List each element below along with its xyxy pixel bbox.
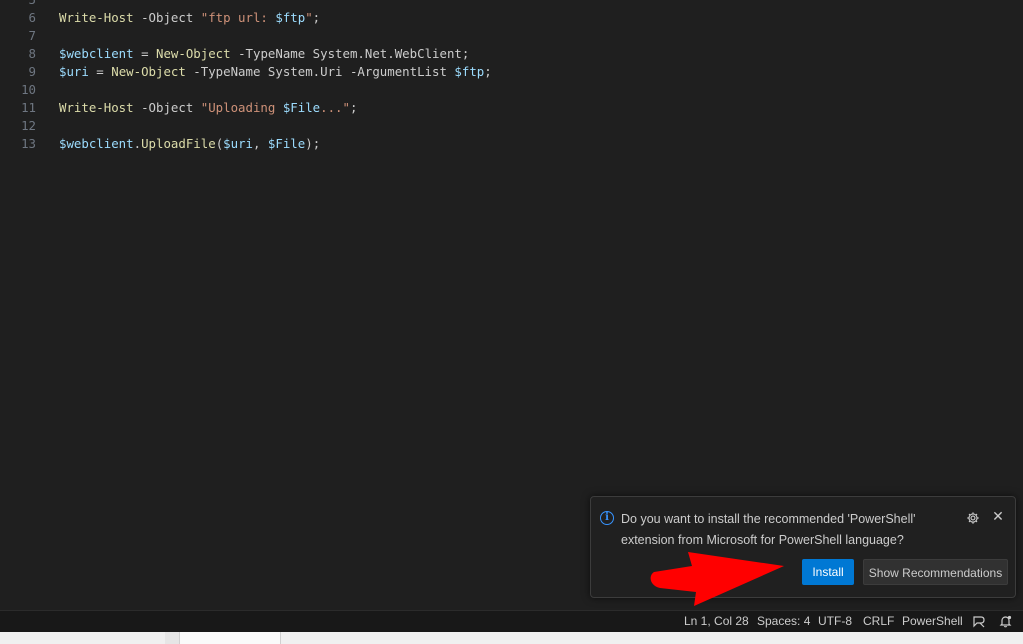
close-icon[interactable]: ✕ <box>991 508 1005 526</box>
notification-message: Do you want to install the recommended '… <box>621 512 916 547</box>
code-text: Write-Host -Object "ftp url: $ftp"; <box>59 9 320 27</box>
encoding-setting[interactable]: UTF-8 <box>818 611 852 632</box>
code-token: -Object <box>133 10 201 25</box>
line-number: 6 <box>28 10 36 25</box>
line-number: 12 <box>21 118 36 133</box>
code-text: $uri = New-Object -TypeName System.Uri -… <box>59 63 492 81</box>
taskbar-segment <box>179 632 281 644</box>
line-number: 7 <box>28 28 36 43</box>
code-token: ; <box>349 100 358 115</box>
line-number: 11 <box>21 100 36 115</box>
code-token: $uri <box>223 136 253 151</box>
code-token: ); <box>305 136 321 151</box>
code-token: $ftp <box>454 64 485 79</box>
line-number: 8 <box>28 46 36 61</box>
indentation-setting[interactable]: Spaces: 4 <box>757 611 810 632</box>
code-token: $webclient <box>59 136 134 151</box>
bell-icon[interactable] <box>999 615 1012 628</box>
taskbar-strip <box>0 632 1023 644</box>
line-number: 10 <box>21 82 36 97</box>
info-icon: i <box>600 511 614 525</box>
code-token: $ftp <box>275 10 306 25</box>
cursor-position[interactable]: Ln 1, Col 28 <box>684 611 749 632</box>
code-text: Write-Host -Object "Uploading $File..."; <box>59 99 357 117</box>
code-token: " <box>305 10 313 25</box>
code-token: UploadFile <box>141 136 216 151</box>
language-mode[interactable]: PowerShell <box>902 611 963 632</box>
code-token: ; <box>312 10 321 25</box>
show-recommendations-button[interactable]: Show Recommendations <box>863 559 1008 585</box>
code-token: = <box>133 46 156 61</box>
gear-icon[interactable] <box>966 511 980 525</box>
code-token: -TypeName System.Net.WebClient; <box>230 46 470 61</box>
line-number: 5 <box>0 0 36 9</box>
code-token: $File <box>282 100 321 115</box>
code-token: New-Object <box>111 64 186 79</box>
end-of-line-setting[interactable]: CRLF <box>863 611 894 632</box>
feedback-icon[interactable] <box>972 615 986 628</box>
code-token: "Uploading <box>200 100 283 115</box>
line-number: 13 <box>21 136 36 151</box>
code-text: $webclient = New-Object -TypeName System… <box>59 45 469 63</box>
code-token: $uri <box>59 64 89 79</box>
code-token: = <box>88 64 112 79</box>
code-token: ; <box>484 64 492 79</box>
taskbar-segment <box>165 632 179 644</box>
code-token: Write-Host <box>59 100 134 115</box>
code-token: , <box>253 136 268 151</box>
code-token: -Object <box>133 100 201 115</box>
code-token: ..." <box>320 100 350 115</box>
code-token: -TypeName System.Uri -ArgumentList <box>185 64 455 79</box>
line-number: 9 <box>28 64 36 79</box>
code-token: $webclient <box>59 46 134 61</box>
status-bar: Ln 1, Col 28 Spaces: 4 UTF-8 CRLF PowerS… <box>0 610 1023 632</box>
code-token: Write-Host <box>59 10 134 25</box>
code-token: . <box>133 136 142 151</box>
code-token: New-Object <box>156 46 231 61</box>
install-button[interactable]: Install <box>802 559 854 585</box>
code-token: "ftp url: <box>200 10 276 25</box>
red-arrow-annotation <box>650 552 784 606</box>
code-text: $webclient.UploadFile($uri, $File); <box>59 135 320 153</box>
code-token: $File <box>267 136 306 151</box>
